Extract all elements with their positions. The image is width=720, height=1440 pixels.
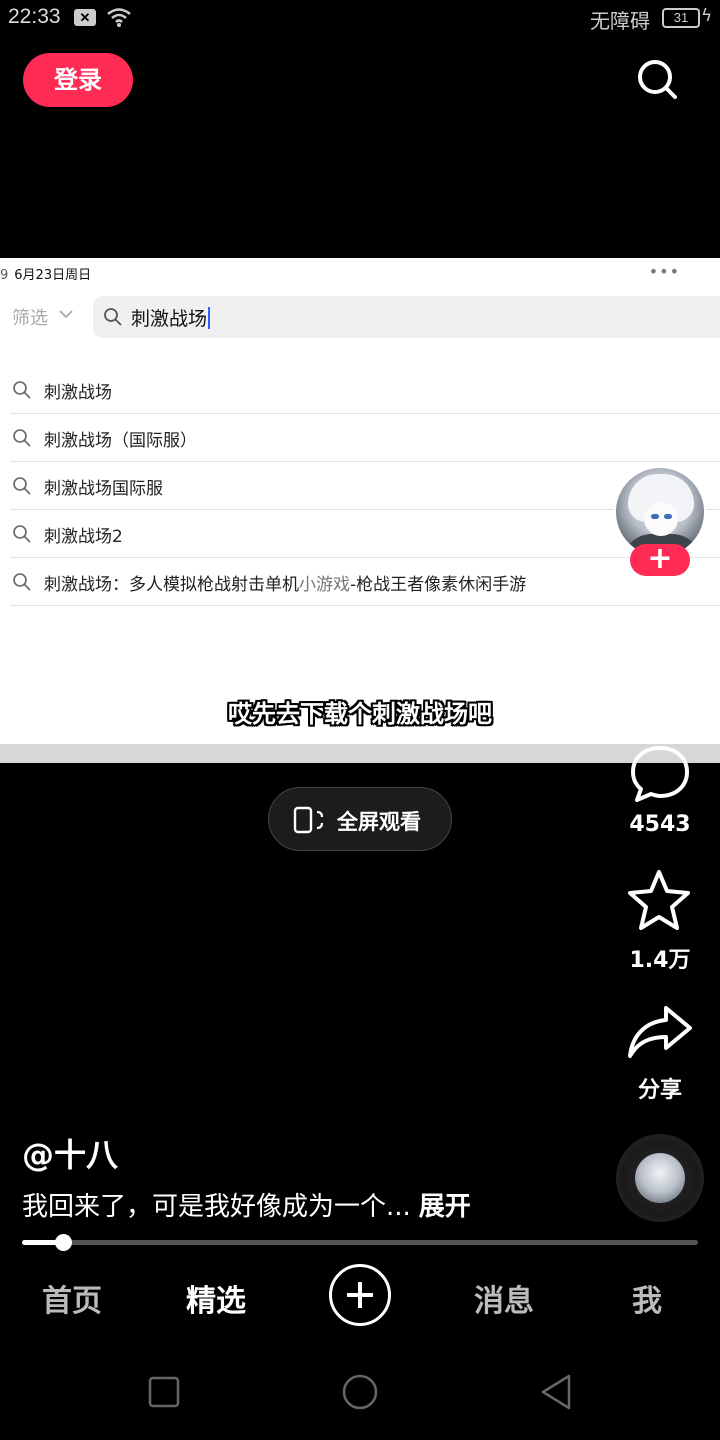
wifi-icon: [107, 8, 131, 27]
nav-me[interactable]: 我: [632, 1276, 662, 1320]
status-bar: 22:33 ✕ 无障碍 31 ϟ: [0, 0, 720, 38]
follow-button[interactable]: +: [630, 544, 690, 576]
share-label: 分享: [637, 1078, 682, 1103]
frame-filter-label: 筛选: [12, 308, 48, 329]
suggestion-text: 刺激战场: [44, 383, 112, 403]
search-icon: [13, 573, 31, 591]
home-icon[interactable]: [341, 1373, 379, 1411]
bottom-nav: 首页 精选 消息 我: [0, 1264, 720, 1328]
login-button[interactable]: 登录: [23, 53, 133, 107]
fullscreen-button[interactable]: 全屏观看: [268, 787, 452, 851]
suggestion-text: 刺激战场国际服: [44, 479, 163, 499]
frame-date: 9 6月23日周日: [0, 268, 92, 283]
list-item: 刺激战场: [10, 366, 720, 414]
frame-bottom-strip: [0, 744, 720, 763]
notification-icon: ✕: [74, 9, 96, 26]
accessibility-label: 无障碍: [590, 9, 650, 33]
more-dots-icon: •••: [648, 262, 680, 281]
charging-icon: ϟ: [701, 6, 713, 26]
like-count: 13.1万: [621, 688, 699, 713]
system-nav-bar: [0, 1360, 720, 1424]
author-name[interactable]: @十八: [22, 1130, 118, 1176]
suggestion-text: 刺激战场2: [44, 527, 123, 547]
nav-messages[interactable]: 消息: [474, 1276, 534, 1320]
status-time: 22:33: [8, 5, 61, 28]
recent-apps-icon[interactable]: [148, 1376, 180, 1408]
search-icon: [13, 525, 31, 543]
add-button[interactable]: [329, 1264, 391, 1326]
share-icon[interactable]: [626, 1004, 694, 1060]
comment-count: 4543: [629, 812, 691, 837]
frame-search-box: 刺激战场: [93, 296, 720, 338]
battery-icon: 31: [662, 8, 700, 28]
nav-featured[interactable]: 精选: [186, 1276, 246, 1320]
video-progress-bar[interactable]: [22, 1234, 698, 1251]
star-icon[interactable]: [626, 868, 692, 934]
search-icon[interactable]: [636, 58, 678, 100]
suggestion-text: 刺激战场：多人模拟枪战射击单机小游戏-枪战王者像素休闲手游: [44, 575, 527, 595]
nav-home[interactable]: 首页: [42, 1276, 102, 1320]
search-icon: [104, 308, 122, 326]
expand-button[interactable]: 展开: [419, 1192, 471, 1222]
list-item: 刺激战场国际服: [10, 462, 720, 510]
post-caption[interactable]: 我回来了，可是我好像成为一个... 展开: [22, 1186, 471, 1223]
heart-icon[interactable]: [628, 614, 692, 672]
music-disc[interactable]: [616, 1134, 704, 1222]
search-icon: [13, 381, 31, 399]
fullscreen-label: 全屏观看: [337, 810, 421, 834]
favorite-count: 1.4万: [629, 948, 691, 973]
progress-knob[interactable]: [54, 1234, 72, 1251]
search-icon: [13, 477, 31, 495]
chevron-down-icon: [59, 310, 73, 319]
list-item: 刺激战场（国际服）: [10, 414, 720, 462]
suggestion-list: 刺激战场 刺激战场（国际服） 刺激战场国际服 刺激战场2 刺激战场：多人模拟枪战…: [10, 366, 720, 606]
comment-icon[interactable]: [629, 744, 691, 804]
list-item: 刺激战场：多人模拟枪战射击单机小游戏-枪战王者像素休闲手游: [10, 558, 720, 606]
search-icon: [13, 429, 31, 447]
frame-search-query: 刺激战场: [131, 304, 211, 331]
suggestion-text: 刺激战场（国际服）: [44, 431, 197, 451]
back-icon[interactable]: [538, 1373, 574, 1411]
rotate-screen-icon: [293, 806, 324, 834]
music-cover: [635, 1153, 685, 1203]
